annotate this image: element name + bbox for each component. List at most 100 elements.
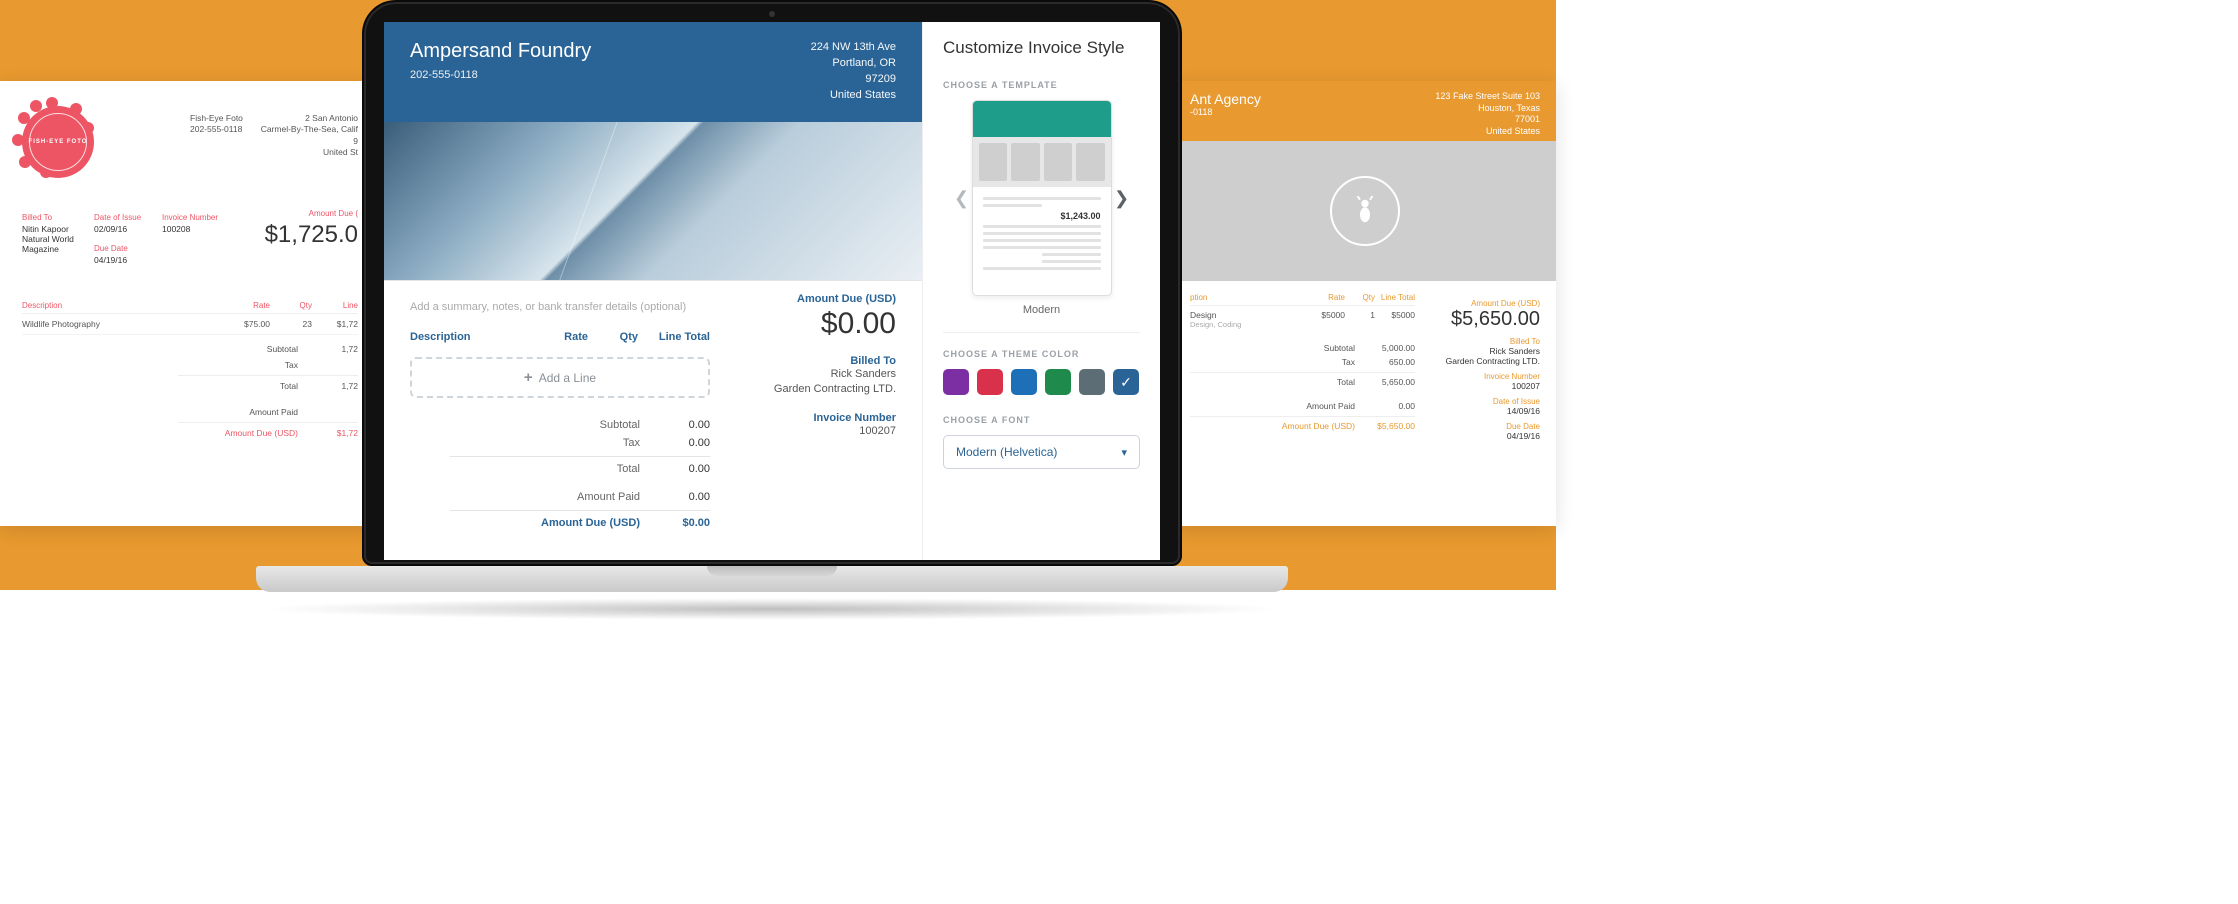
- ed-label-tax: Tax: [450, 437, 640, 449]
- ant-addr-4: United States: [1435, 126, 1540, 138]
- ant-label-amount-due: Amount Due (USD): [1435, 299, 1540, 308]
- template-preview-amount: $1,243.00: [983, 211, 1101, 221]
- date-issue: 02/09/16: [94, 224, 162, 234]
- color-swatch-purple[interactable]: [943, 369, 969, 395]
- ant-addr-2: Houston, Texas: [1435, 103, 1540, 115]
- color-swatches: ✓: [943, 369, 1140, 395]
- ant-total: 5,650.00: [1355, 377, 1415, 387]
- editor-addr-2: Portland, OR: [811, 56, 896, 72]
- label-due-date: Due Date: [94, 244, 162, 253]
- invoice-no: 100208: [162, 224, 234, 234]
- label-billed-to: Billed To: [22, 213, 94, 222]
- color-swatch-blue[interactable]: [1011, 369, 1037, 395]
- ed-side-label-billed-to: Billed To: [736, 355, 896, 367]
- ant-col-total: Line Total: [1375, 293, 1415, 302]
- laptop-mockup: Ampersand Foundry 202-555-0118 224 NW 13…: [256, 0, 1288, 620]
- chevron-down-icon: ▾: [1121, 446, 1127, 459]
- color-swatch-red[interactable]: [977, 369, 1003, 395]
- ant-addr-3: 77001: [1435, 114, 1540, 126]
- ant-label-due-date: Due Date: [1435, 422, 1540, 431]
- template-preview[interactable]: $1,243.00: [972, 100, 1112, 296]
- ed-col-rate: Rate: [528, 331, 588, 343]
- editor-addr-1: 224 NW 13th Ave: [811, 40, 896, 56]
- editor-addr-3: 97209: [811, 72, 896, 88]
- template-name: Modern: [943, 304, 1140, 316]
- col-desc: Description: [22, 301, 220, 310]
- ant-col-qty: Qty: [1345, 293, 1375, 302]
- laptop-base: [256, 566, 1288, 620]
- ant-invoice-no: 100207: [1435, 381, 1540, 391]
- ant-billed-org: Garden Contracting LTD.: [1435, 356, 1540, 366]
- ed-side-billed-org: Garden Contracting LTD.: [736, 382, 896, 397]
- app-screen: Ampersand Foundry 202-555-0118 224 NW 13…: [384, 22, 1160, 560]
- ant-item-rate: $5000: [1305, 310, 1345, 329]
- add-line-label: Add a Line: [539, 371, 596, 385]
- section-choose-color: CHOOSE A THEME COLOR: [943, 349, 1140, 359]
- editor-header: Ampersand Foundry 202-555-0118 224 NW 13…: [384, 22, 922, 122]
- billed-to-name: Nitin Kapoor: [22, 224, 94, 234]
- ant-date-issue: 14/09/16: [1435, 406, 1540, 416]
- fisheye-logo: FISH-EYE FOTO: [22, 106, 94, 178]
- ant-col-rate: Rate: [1305, 293, 1345, 302]
- due-date: 04/19/16: [94, 255, 162, 265]
- ant-billed-name: Rick Sanders: [1435, 346, 1540, 356]
- editor-company-phone: 202-555-0118: [410, 69, 591, 81]
- summary-input[interactable]: Add a summary, notes, or bank transfer d…: [410, 293, 710, 331]
- color-swatch-selected[interactable]: ✓: [1113, 369, 1139, 395]
- editor-hero-image[interactable]: [384, 122, 922, 281]
- section-choose-font: CHOOSE A FONT: [943, 415, 1140, 425]
- ant-label-invoice-no: Invoice Number: [1435, 372, 1540, 381]
- font-select[interactable]: Modern (Helvetica) ▾: [943, 435, 1140, 469]
- ant-due-date: 04/19/16: [1435, 431, 1540, 441]
- ant-amount-due: $5,650.00: [1435, 308, 1540, 331]
- ed-col-desc: Description: [410, 331, 528, 343]
- ant-item-qty: 1: [1345, 310, 1375, 329]
- ed-side-label-invoice-no: Invoice Number: [736, 412, 896, 424]
- ed-paid: 0.00: [640, 491, 710, 503]
- label-date-issue: Date of Issue: [94, 213, 162, 222]
- ed-col-qty: Qty: [588, 331, 638, 343]
- ed-due: $0.00: [640, 517, 710, 529]
- customize-panel: Customize Invoice Style CHOOSE A TEMPLAT…: [922, 22, 1160, 560]
- ant-label-billed-to: Billed To: [1435, 337, 1540, 346]
- panel-title: Customize Invoice Style: [943, 38, 1140, 58]
- ed-label-total: Total: [450, 463, 640, 475]
- ed-total: 0.00: [640, 463, 710, 475]
- ant-due-full: $5,650.00: [1355, 421, 1415, 431]
- ant-paid: 0.00: [1355, 401, 1415, 411]
- ed-col-total: Line Total: [638, 331, 710, 343]
- item-desc: Wildlife Photography: [22, 319, 220, 329]
- ant-label-date-issue: Date of Issue: [1435, 397, 1540, 406]
- check-icon: ✓: [1120, 374, 1132, 391]
- ed-label-due-full: Amount Due (USD): [450, 517, 640, 529]
- ed-side-amount-due: $0.00: [736, 307, 896, 341]
- ed-subtotal: 0.00: [640, 419, 710, 431]
- label-invoice-no: Invoice Number: [162, 213, 234, 222]
- ed-side-billed-name: Rick Sanders: [736, 367, 896, 382]
- ant-subtotal: 5,000.00: [1355, 343, 1415, 353]
- section-choose-template: CHOOSE A TEMPLATE: [943, 80, 1140, 90]
- ed-label-paid: Amount Paid: [450, 491, 640, 503]
- font-select-value: Modern (Helvetica): [956, 445, 1057, 459]
- camera-icon: [769, 11, 775, 17]
- sender-name: Fish-Eye Foto: [190, 113, 243, 124]
- fisheye-logo-text: FISH-EYE FOTO: [29, 137, 88, 148]
- billed-to-org: Natural World Magazine: [22, 234, 94, 254]
- plus-icon: +: [524, 369, 533, 386]
- color-swatch-slate[interactable]: [1079, 369, 1105, 395]
- template-next-button[interactable]: ❯: [1112, 188, 1132, 209]
- ed-label-subtotal: Subtotal: [450, 419, 640, 431]
- ed-tax: 0.00: [640, 437, 710, 449]
- ant-tax: 650.00: [1355, 357, 1415, 367]
- ed-side-invoice-no: 100207: [736, 424, 896, 439]
- invoice-editor: Ampersand Foundry 202-555-0118 224 NW 13…: [384, 22, 922, 560]
- color-swatch-green[interactable]: [1045, 369, 1071, 395]
- template-prev-button[interactable]: ❮: [952, 188, 972, 209]
- add-line-button[interactable]: + Add a Line: [410, 357, 710, 398]
- ant-addr-1: 123 Fake Street Suite 103: [1435, 91, 1540, 103]
- ant-item-total: $5000: [1375, 310, 1415, 329]
- editor-addr-4: United States: [811, 88, 896, 104]
- sender-phone: 202-555-0118: [190, 124, 243, 135]
- ant-logo-icon: [1330, 176, 1400, 246]
- editor-company-name: Ampersand Foundry: [410, 40, 591, 63]
